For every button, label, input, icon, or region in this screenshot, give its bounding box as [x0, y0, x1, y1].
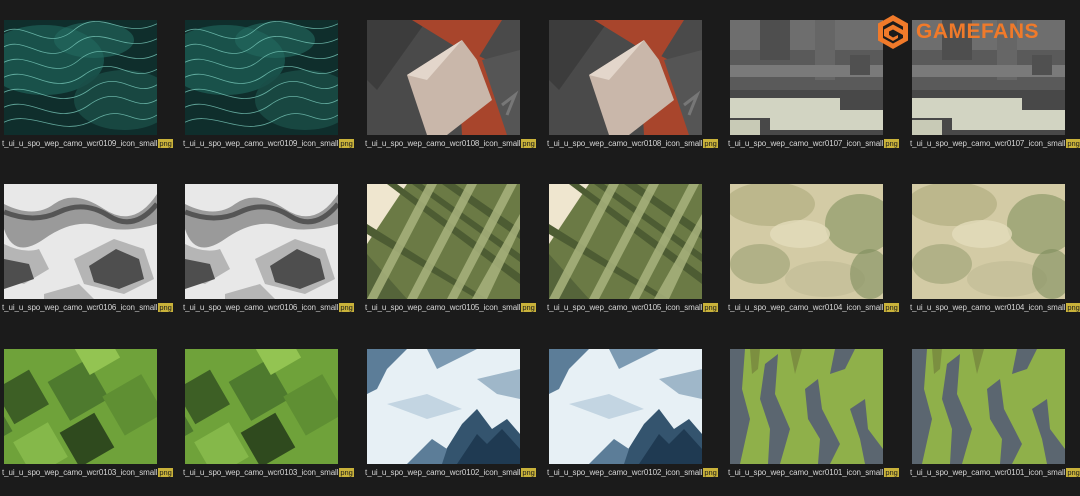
- camo-thumbnail-image[interactable]: [912, 184, 1065, 299]
- camo-thumbnail-image[interactable]: [367, 20, 520, 135]
- file-name-text: t_ui_u_spo_wep_camo_wcr0103_icon_small: [183, 468, 339, 477]
- file-extension-highlight: png: [1066, 468, 1080, 477]
- camo-thumbnail-image[interactable]: [912, 349, 1065, 464]
- file-name-label: t_ui_u_spo_wep_camo_wcr0107_icon_small pn…: [910, 139, 1080, 148]
- file-name-label: t_ui_u_spo_wep_camo_wcr0103_icon_small pn…: [183, 468, 354, 477]
- file-name-text: t_ui_u_spo_wep_camo_wcr0109_icon_small: [183, 139, 339, 148]
- file-name-label: t_ui_u_spo_wep_camo_wcr0104_icon_small pn…: [728, 303, 899, 312]
- file-name-label: t_ui_u_spo_wep_camo_wcr0106_icon_small pn…: [2, 303, 173, 312]
- camo-thumbnail-image[interactable]: [730, 349, 883, 464]
- file-thumbnail-grid: t_ui_u_spo_wep_camo_wcr0109_icon_small pn…: [0, 0, 1080, 496]
- camo-thumbnail-image[interactable]: [730, 20, 883, 135]
- file-extension-highlight: png: [521, 468, 536, 477]
- camo-thumbnail-image[interactable]: [4, 349, 157, 464]
- file-name-text: t_ui_u_spo_wep_camo_wcr0105_icon_small: [365, 303, 521, 312]
- camo-thumbnail-image[interactable]: [185, 349, 338, 464]
- file-extension-highlight: png: [884, 468, 899, 477]
- file-name-text: t_ui_u_spo_wep_camo_wcr0103_icon_small: [2, 468, 158, 477]
- file-extension-highlight: png: [339, 139, 354, 148]
- camo-thumbnail-image[interactable]: [4, 20, 157, 135]
- file-name-label: t_ui_u_spo_wep_camo_wcr0103_icon_small pn…: [2, 468, 173, 477]
- file-extension-highlight: png: [1066, 303, 1080, 312]
- file-name-text: t_ui_u_spo_wep_camo_wcr0107_icon_small: [910, 139, 1066, 148]
- file-name-text: t_ui_u_spo_wep_camo_wcr0107_icon_small: [728, 139, 884, 148]
- gamefans-logo-text: GAMEFANS: [916, 20, 1040, 43]
- gamefans-logo-icon: [878, 15, 908, 49]
- file-name-text: t_ui_u_spo_wep_camo_wcr0105_icon_small: [547, 303, 703, 312]
- file-extension-highlight: png: [703, 303, 718, 312]
- file-extension-highlight: png: [158, 303, 173, 312]
- file-name-text: t_ui_u_spo_wep_camo_wcr0101_icon_small: [910, 468, 1066, 477]
- camo-thumbnail-image[interactable]: [4, 184, 157, 299]
- file-name-label: t_ui_u_spo_wep_camo_wcr0108_icon_small pn…: [547, 139, 718, 148]
- file-extension-highlight: png: [1066, 139, 1080, 148]
- file-name-label: t_ui_u_spo_wep_camo_wcr0108_icon_small pn…: [365, 139, 536, 148]
- file-name-text: t_ui_u_spo_wep_camo_wcr0106_icon_small: [2, 303, 158, 312]
- camo-thumbnail-image[interactable]: [549, 349, 702, 464]
- file-name-text: t_ui_u_spo_wep_camo_wcr0102_icon_small: [547, 468, 703, 477]
- file-name-label: t_ui_u_spo_wep_camo_wcr0105_icon_small pn…: [547, 303, 718, 312]
- file-name-text: t_ui_u_spo_wep_camo_wcr0109_icon_small: [2, 139, 158, 148]
- file-name-text: t_ui_u_spo_wep_camo_wcr0102_icon_small: [365, 468, 521, 477]
- camo-thumbnail-image[interactable]: [367, 184, 520, 299]
- file-extension-highlight: png: [339, 303, 354, 312]
- file-extension-highlight: png: [339, 468, 354, 477]
- file-extension-highlight: png: [884, 303, 899, 312]
- file-name-text: t_ui_u_spo_wep_camo_wcr0106_icon_small: [183, 303, 339, 312]
- file-extension-highlight: png: [703, 139, 718, 148]
- file-extension-highlight: png: [521, 303, 536, 312]
- file-name-label: t_ui_u_spo_wep_camo_wcr0101_icon_small pn…: [728, 468, 899, 477]
- camo-thumbnail-image[interactable]: [185, 20, 338, 135]
- file-extension-highlight: png: [158, 139, 173, 148]
- camo-thumbnail-image[interactable]: [549, 184, 702, 299]
- file-name-label: t_ui_u_spo_wep_camo_wcr0102_icon_small pn…: [365, 468, 536, 477]
- file-name-label: t_ui_u_spo_wep_camo_wcr0107_icon_small pn…: [728, 139, 899, 148]
- file-name-label: t_ui_u_spo_wep_camo_wcr0106_icon_small pn…: [183, 303, 354, 312]
- camo-thumbnail-image[interactable]: [185, 184, 338, 299]
- camo-thumbnail-image[interactable]: [367, 349, 520, 464]
- file-name-label: t_ui_u_spo_wep_camo_wcr0109_icon_small pn…: [2, 139, 173, 148]
- file-extension-highlight: png: [158, 468, 173, 477]
- file-extension-highlight: png: [884, 139, 899, 148]
- file-name-text: t_ui_u_spo_wep_camo_wcr0108_icon_small: [547, 139, 703, 148]
- file-extension-highlight: png: [521, 139, 536, 148]
- file-name-label: t_ui_u_spo_wep_camo_wcr0109_icon_small pn…: [183, 139, 354, 148]
- file-name-label: t_ui_u_spo_wep_camo_wcr0101_icon_small pn…: [910, 468, 1080, 477]
- gamefans-watermark-logo: GAMEFANS: [876, 10, 1039, 54]
- file-name-text: t_ui_u_spo_wep_camo_wcr0108_icon_small: [365, 139, 521, 148]
- file-name-text: t_ui_u_spo_wep_camo_wcr0104_icon_small: [910, 303, 1066, 312]
- file-name-label: t_ui_u_spo_wep_camo_wcr0105_icon_small pn…: [365, 303, 536, 312]
- camo-thumbnail-image[interactable]: [549, 20, 702, 135]
- file-name-label: t_ui_u_spo_wep_camo_wcr0102_icon_small pn…: [547, 468, 718, 477]
- file-name-text: t_ui_u_spo_wep_camo_wcr0104_icon_small: [728, 303, 884, 312]
- file-name-label: t_ui_u_spo_wep_camo_wcr0104_icon_small pn…: [910, 303, 1080, 312]
- file-name-text: t_ui_u_spo_wep_camo_wcr0101_icon_small: [728, 468, 884, 477]
- camo-thumbnail-image[interactable]: [730, 184, 883, 299]
- file-extension-highlight: png: [703, 468, 718, 477]
